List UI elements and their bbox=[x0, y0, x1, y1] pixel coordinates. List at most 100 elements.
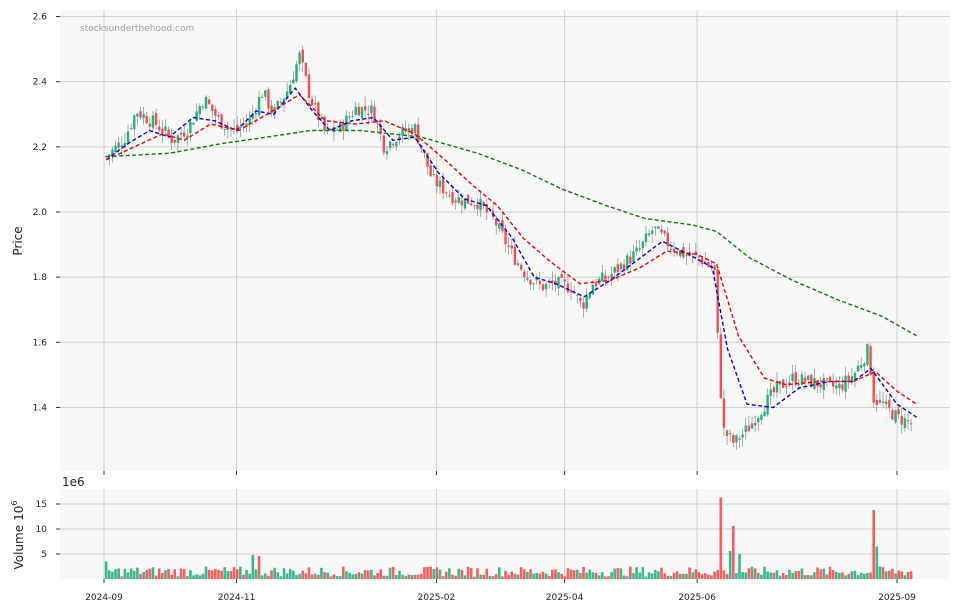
candle-body bbox=[117, 142, 120, 148]
candle-body bbox=[214, 109, 217, 116]
volume-bar bbox=[301, 570, 305, 579]
x-tick-label: 2025-09 bbox=[878, 593, 916, 603]
candle-body bbox=[441, 178, 445, 194]
candle-body bbox=[803, 377, 807, 382]
candle-body bbox=[504, 229, 507, 245]
candle-body bbox=[154, 113, 158, 125]
volume-bar bbox=[195, 574, 198, 579]
watermark: stocksunderthehood.com bbox=[80, 24, 194, 34]
volume-bar bbox=[856, 575, 860, 579]
price-y-tick-label: 1.4 bbox=[33, 403, 48, 413]
volume-bar bbox=[769, 572, 773, 579]
volume-bar bbox=[285, 573, 289, 579]
volume-bar bbox=[707, 574, 710, 579]
volume-bar bbox=[635, 567, 638, 579]
candle-body bbox=[114, 145, 117, 153]
candle-body bbox=[903, 418, 907, 428]
volume-bar bbox=[781, 573, 785, 579]
volume-bar bbox=[519, 567, 523, 579]
candle-body bbox=[610, 273, 613, 279]
volume-bar bbox=[485, 568, 489, 579]
volume-bar bbox=[304, 573, 308, 579]
volume-bar bbox=[210, 570, 214, 579]
volume-bar bbox=[897, 570, 900, 579]
volume-bar bbox=[778, 575, 782, 579]
volume-bar bbox=[251, 555, 255, 579]
volume-bar bbox=[189, 570, 192, 579]
volume-bar bbox=[791, 572, 794, 579]
volume-bar bbox=[260, 575, 264, 579]
candle-body bbox=[335, 129, 339, 131]
volume-bar bbox=[522, 569, 526, 579]
volume-bar bbox=[738, 554, 741, 579]
volume-bar bbox=[653, 569, 657, 579]
volume-bar bbox=[678, 573, 682, 579]
volume-bar bbox=[535, 573, 539, 579]
volume-bar bbox=[145, 570, 149, 579]
candle-body bbox=[257, 97, 261, 116]
candle-body bbox=[760, 415, 763, 420]
volume-bar bbox=[872, 510, 875, 579]
chart-svg: 1.4 1.6 1.8 2.0 2.2 2.4 2.6 stocksunderthehood… bbox=[10, 10, 950, 603]
x-tick-label: 2024-11 bbox=[218, 593, 256, 603]
candle-body bbox=[385, 151, 389, 155]
volume-bar bbox=[111, 571, 114, 579]
candle-body bbox=[264, 90, 267, 97]
volume-bar bbox=[825, 574, 829, 579]
candle-body bbox=[260, 96, 264, 98]
volume-bar bbox=[479, 574, 482, 579]
price-ylabel: Price bbox=[11, 226, 25, 255]
candle-body bbox=[217, 114, 220, 117]
volume-bar bbox=[753, 568, 757, 579]
volume-bar bbox=[239, 566, 242, 579]
candle-body bbox=[348, 116, 351, 118]
candle-body bbox=[722, 398, 726, 428]
price-y-tick-label: 1.6 bbox=[33, 338, 48, 348]
volume-bar bbox=[844, 575, 847, 579]
volume-bar bbox=[875, 546, 879, 579]
volume-bar bbox=[267, 575, 270, 579]
volume-bar bbox=[192, 575, 195, 579]
volume-bar bbox=[560, 573, 563, 579]
price-y-tick-label: 2.4 bbox=[33, 78, 48, 88]
volume-bar bbox=[345, 571, 348, 579]
candle-body bbox=[813, 378, 816, 389]
volume-bar bbox=[376, 573, 379, 579]
candle-body bbox=[498, 223, 501, 229]
volume-bar bbox=[416, 574, 420, 579]
volume-bar bbox=[685, 573, 688, 579]
volume-bar bbox=[451, 574, 454, 579]
volume-bar bbox=[366, 570, 370, 579]
volume-bar bbox=[382, 575, 386, 579]
volume-bar bbox=[819, 569, 822, 579]
volume-bar bbox=[207, 569, 211, 579]
candle-body bbox=[619, 263, 623, 270]
candle-body bbox=[204, 96, 208, 109]
candle-body bbox=[791, 373, 794, 381]
candle-body bbox=[750, 423, 754, 429]
candle-body bbox=[304, 62, 308, 76]
volume-bar bbox=[413, 574, 417, 579]
volume-bar bbox=[731, 526, 735, 579]
volume-bar bbox=[298, 573, 301, 579]
candle-body bbox=[797, 384, 801, 386]
volume-bar bbox=[279, 576, 283, 579]
volume-bar bbox=[332, 574, 336, 579]
volume-bar bbox=[741, 572, 744, 579]
candle-body bbox=[432, 173, 435, 175]
volume-bar bbox=[766, 571, 769, 579]
candle-body bbox=[401, 126, 404, 136]
volume-bar bbox=[585, 572, 588, 579]
candle-body bbox=[454, 200, 457, 203]
candle-body bbox=[523, 271, 526, 278]
volume-bar bbox=[448, 568, 451, 579]
candle-body bbox=[728, 433, 732, 435]
candle-body bbox=[413, 124, 417, 133]
candle-body bbox=[654, 226, 657, 228]
volume-bar bbox=[850, 571, 854, 579]
candle-body bbox=[772, 387, 776, 393]
candle-body bbox=[164, 126, 167, 131]
candle-body bbox=[585, 295, 588, 309]
volume-bar bbox=[604, 576, 607, 579]
volume-bar bbox=[591, 572, 595, 579]
